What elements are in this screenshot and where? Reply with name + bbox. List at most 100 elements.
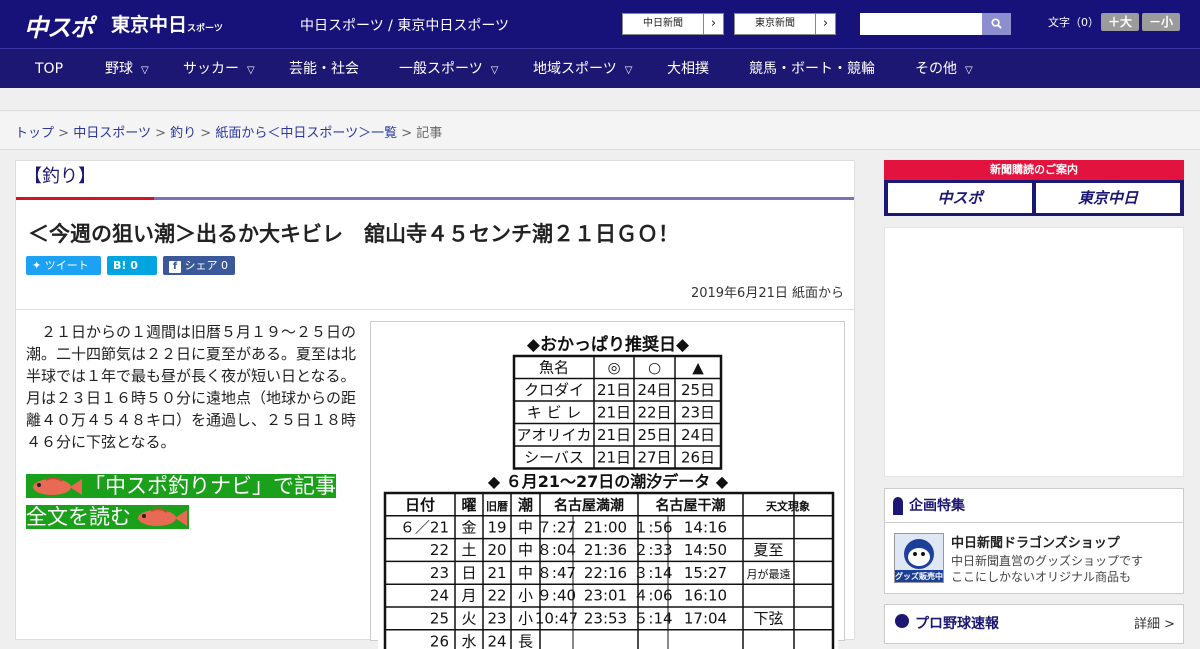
category-underline-accent [16, 197, 154, 200]
tide-table-cell: １:56 [633, 518, 672, 536]
chunichi-shimbun-label: 中日新聞 [643, 18, 683, 29]
tweet-button[interactable]: ✦ ツイート [26, 256, 101, 275]
tide-table-cell: 23 [430, 564, 449, 582]
search-button[interactable] [982, 13, 1011, 35]
recommend-table-cell: アオリイカ [516, 426, 591, 444]
tide-table-cell: 17:04 [684, 610, 727, 628]
tide-table-header: 天文現象 [766, 499, 810, 513]
fishing-navi-link[interactable]: 「中スポ釣りナビ」で記事全文を読む [26, 471, 356, 533]
breadcrumb-link-top[interactable]: トップ [15, 126, 54, 141]
tide-table-header: 日付 [405, 496, 435, 514]
nav-item-racing[interactable]: 競馬・ボート・競輪 [749, 49, 875, 89]
tide-table-header: 名古屋干潮 [656, 497, 726, 514]
subscribe-tokyo-button[interactable]: 東京中日 [1036, 183, 1180, 213]
breadcrumb-link-list[interactable]: 紙面から＜中日スポーツ＞一覧 [215, 126, 397, 141]
tide-table-cell: ７:27 [537, 518, 576, 536]
recommend-table-cell: ○ [648, 359, 661, 377]
chuspo-logo[interactable]: 中スポ [24, 8, 94, 43]
tide-table-cell: 中 [518, 518, 533, 536]
subscription-banner[interactable]: 新聞購読のご案内 中スポ 東京中日 [884, 160, 1184, 216]
breadcrumb-separator: > [58, 126, 70, 141]
desc-line-2: ここにしかないオリジナル商品も [951, 570, 1132, 584]
tide-table-cell: 中 [518, 564, 533, 582]
tide-table-cell: ５:14 [633, 610, 672, 628]
tide-table-cell: 23:01 [584, 587, 627, 605]
recommend-table-cell: 魚名 [539, 359, 569, 377]
breadcrumb-link-fishing[interactable]: 釣り [170, 126, 196, 141]
subscription-banner-title: 新聞購読のご案内 [884, 160, 1184, 180]
nav-item-top[interactable]: TOP [35, 49, 63, 89]
baseball-score-box: プロ野球速報 詳細 > [884, 604, 1184, 644]
article-headline: ＜今週の狙い潮＞出るか大キビレ 舘山寺４５センチ潮２１日ＧＯ！ [28, 222, 679, 246]
nav-item-general-sports[interactable]: 一般スポーツ ▽ [399, 49, 498, 89]
search-input[interactable] [860, 13, 982, 35]
breadcrumb-link-chuspo[interactable]: 中日スポーツ [73, 126, 151, 141]
chevron-right-icon: › [815, 14, 835, 34]
font-small-button[interactable]: －小 [1142, 13, 1180, 31]
subscribe-chuspo-button[interactable]: 中スポ [888, 183, 1032, 213]
tide-table-cell: 月が最遠 [747, 567, 791, 581]
tide-table-cell: ４:06 [633, 587, 672, 605]
tide-table-cell: 水 [461, 632, 476, 649]
chevron-down-icon: ▽ [965, 65, 973, 76]
recommend-table-cell: 25日 [637, 426, 671, 444]
tide-table: 日付曜旧暦潮名古屋満潮 名古屋干潮 天文現象６／21 金 19 中 ７:27 21:00 １:5… [383, 491, 835, 649]
main-nav: TOP 野球 ▽ サッカー ▽ 芸能・社会 一般スポーツ ▽ 地域スポーツ ▽ 大相撲 … [0, 48, 1200, 88]
recommend-table: 魚名 ◎ ○ ▲クロダイ 21日 24日 25日キ ビ レ 21日 22日 23日アオリイカ 21日… [512, 354, 723, 470]
tokyo-shimbun-button[interactable]: 東京新聞 › [734, 13, 836, 35]
dragons-shop-link[interactable]: 中日新聞ドラゴンズショップ [951, 532, 1120, 551]
nav-label: 競馬・ボート・競輪 [749, 61, 875, 77]
tide-table-cell: 下弦 [753, 610, 783, 628]
tokyo-logo-text: 東京中日 [111, 14, 188, 36]
tide-table-cell: 14:16 [684, 518, 727, 536]
feature-heading: 企画特集 [885, 489, 1183, 523]
recommend-table-cell: シーバス [524, 449, 584, 467]
tide-table-cell: 火 [461, 610, 476, 628]
nav-label: 一般スポーツ [399, 61, 483, 77]
tide-table-cell: 21:36 [584, 541, 627, 559]
nav-item-soccer[interactable]: サッカー ▽ [183, 49, 255, 89]
tokyo-chunichi-logo[interactable]: 東京中日スポーツ [111, 10, 223, 37]
tide-table-cell: 長 [518, 632, 533, 649]
tide-table-cell: 20 [487, 541, 506, 559]
chunichi-shimbun-button[interactable]: 中日新聞 › [622, 13, 724, 35]
nav-label: 大相撲 [667, 61, 709, 77]
recommend-table-cell: 21日 [597, 404, 631, 422]
tide-table-cell: 22 [430, 541, 449, 559]
tide-table-cell: ３:14 [633, 564, 672, 582]
facebook-share-label: シェア 0 [184, 259, 229, 272]
breadcrumb-separator: > [401, 126, 413, 141]
recommend-table-cell: 24日 [637, 381, 671, 399]
recommend-table-cell: 23日 [681, 404, 715, 422]
site-names: 中日スポーツ / 東京中日スポーツ [300, 18, 510, 34]
recommend-table-cell: 25日 [681, 381, 715, 399]
nav-label: 野球 [105, 61, 133, 77]
nav-item-local-sports[interactable]: 地域スポーツ ▽ [533, 49, 632, 89]
divider [16, 309, 854, 310]
nav-item-baseball[interactable]: 野球 ▽ [105, 49, 149, 89]
search-icon [991, 18, 1002, 29]
nav-label: TOP [35, 61, 64, 77]
nav-item-entertainment[interactable]: 芸能・社会 [289, 49, 359, 89]
nav-item-other[interactable]: その他 ▽ [915, 49, 973, 89]
mascot-icon: グッズ販売中 [895, 539, 943, 582]
twitter-icon: ✦ [32, 259, 42, 272]
tide-table-header: 曜 [461, 496, 476, 514]
nav-item-sumo[interactable]: 大相撲 [667, 49, 709, 89]
fish-icon [33, 477, 82, 495]
tide-table-cell: 金 [461, 518, 476, 536]
tide-table-cell: 土 [461, 541, 476, 559]
recommend-table-cell: 26日 [681, 449, 715, 467]
hatena-bookmark-button[interactable]: B! 0 [107, 256, 157, 275]
tide-table-cell: 24 [430, 587, 449, 605]
font-large-button[interactable]: ＋大 [1101, 13, 1139, 31]
tokyo-shimbun-label: 東京新聞 [755, 18, 795, 29]
recommend-table-cell: ▲ [692, 359, 704, 377]
baseball-icon [895, 614, 909, 628]
facebook-share-button[interactable]: f シェア 0 [163, 256, 235, 275]
baseball-details-link[interactable]: 詳細 > [1134, 613, 1175, 632]
tide-table-cell: 14:50 [684, 541, 727, 559]
tide-table-cell: 16:10 [684, 587, 727, 605]
dragons-shop-thumbnail[interactable]: グッズ販売中 [894, 533, 944, 583]
tide-table-cell: ８:04 [537, 541, 576, 559]
